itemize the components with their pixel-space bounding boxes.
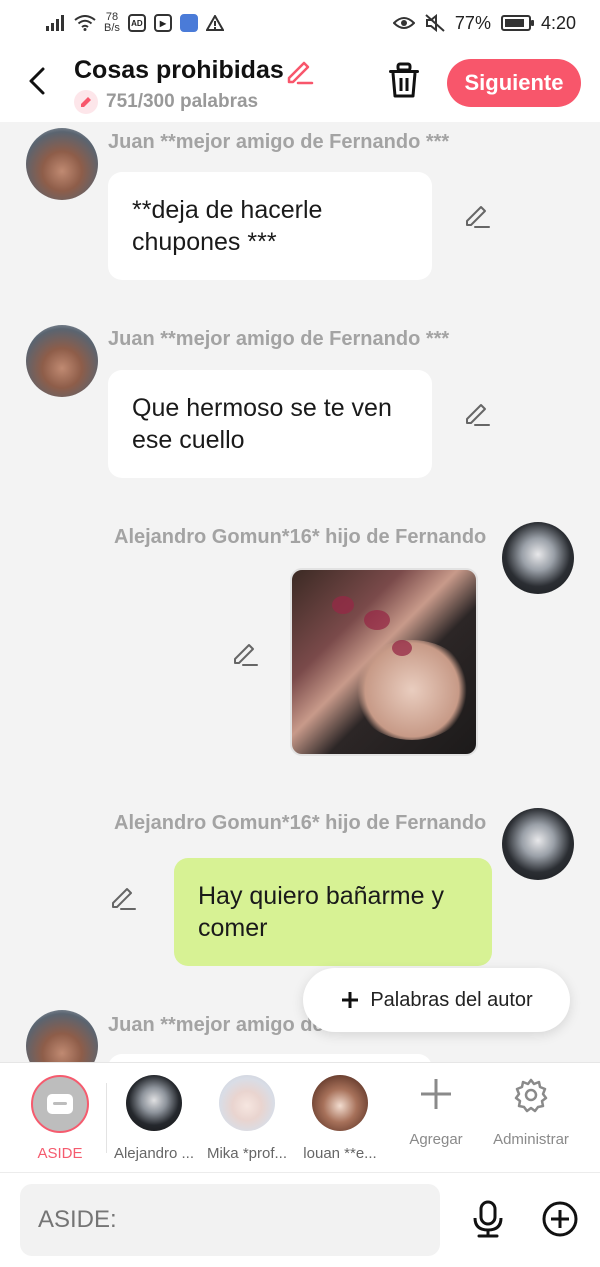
add-circle-icon[interactable]	[540, 1199, 580, 1239]
manage-button[interactable]: Administrar	[483, 1077, 579, 1148]
plus-icon	[342, 992, 359, 1008]
message-bubble[interactable]: **deja de hacerle chupones ***	[108, 172, 432, 280]
microphone-icon[interactable]	[468, 1199, 508, 1239]
avatar-juan[interactable]	[26, 325, 98, 397]
pencil-icon	[74, 90, 98, 114]
photo-content	[352, 640, 472, 740]
status-bar: 78 B/s AD ▶ 77% 4:20	[0, 0, 600, 46]
ad-app-icon: AD	[127, 14, 146, 32]
sender-name: Alejandro Gomun*16* hijo de Fernando	[114, 526, 487, 548]
add-label: Agregar	[409, 1131, 463, 1148]
avatar-alejandro[interactable]	[502, 522, 574, 594]
author-words-label: Palabras del autor	[370, 988, 533, 1011]
header: Cosas prohibidas 751/300 palabras Siguie…	[0, 46, 600, 122]
net-speed: 78 B/s	[104, 11, 120, 34]
character-alejandro[interactable]: Alejandro ...	[108, 1075, 200, 1162]
avatar-juan[interactable]	[26, 1010, 98, 1062]
message-input[interactable]	[20, 1184, 440, 1256]
edit-message-icon[interactable]	[108, 882, 138, 912]
character-label: ASIDE	[37, 1145, 83, 1162]
plus-icon	[421, 1079, 451, 1109]
battery-percent: 77%	[454, 12, 491, 33]
avatar-louan	[312, 1075, 368, 1131]
character-label: Alejandro ...	[113, 1145, 195, 1162]
message-bubble[interactable]: Que hermoso se te ven ese cuello	[108, 370, 432, 478]
shield-app-icon	[179, 14, 198, 32]
avatar-alejandro	[126, 1075, 182, 1131]
photo-mark	[364, 610, 390, 630]
photo-mark	[392, 640, 412, 656]
character-label: Mika *prof...	[206, 1145, 288, 1162]
author-words-button[interactable]: Palabras del autor	[303, 968, 570, 1032]
edit-message-icon[interactable]	[230, 638, 260, 668]
character-louan[interactable]: louan **e...	[294, 1075, 386, 1162]
play-app-icon: ▶	[153, 14, 172, 32]
story-title: Cosas prohibidas	[74, 56, 284, 84]
input-bar	[0, 1172, 600, 1267]
character-label: louan **e...	[303, 1145, 377, 1162]
wifi-icon	[74, 15, 96, 31]
sender-name: Juan **mejor amigo de Fernando ***	[108, 328, 450, 350]
eye-icon	[392, 17, 415, 29]
signal-icon	[46, 15, 64, 31]
mute-icon	[425, 14, 445, 32]
word-count: 751/300 palabras	[74, 90, 258, 114]
character-bar: ASIDE Alejandro ... Mika *prof... louan …	[0, 1062, 600, 1172]
chevron-left-icon	[29, 67, 45, 95]
message-bubble[interactable]	[108, 1054, 432, 1062]
photo-mark	[332, 596, 354, 614]
word-count-label: 751/300 palabras	[106, 91, 259, 112]
edit-title-icon[interactable]	[284, 56, 314, 86]
avatar-mika	[219, 1075, 275, 1131]
character-aside[interactable]: ASIDE	[14, 1075, 106, 1162]
divider	[106, 1083, 107, 1153]
warning-icon	[205, 15, 224, 31]
avatar-alejandro[interactable]	[502, 808, 574, 880]
edit-message-icon[interactable]	[462, 200, 492, 230]
aside-chat-icon	[31, 1075, 89, 1133]
sender-name: Alejandro Gomun*16* hijo de Fernando	[114, 812, 487, 834]
avatar-juan[interactable]	[26, 128, 98, 200]
add-character-button[interactable]: Agregar	[388, 1077, 484, 1148]
edit-message-icon[interactable]	[462, 398, 492, 428]
gear-icon	[514, 1078, 548, 1113]
chat-area[interactable]: Juan **mejor amigo de Fernando *** **dej…	[0, 122, 600, 1062]
character-mika[interactable]: Mika *prof...	[201, 1075, 293, 1162]
manage-label: Administrar	[493, 1131, 569, 1148]
trash-icon[interactable]	[386, 62, 422, 100]
sender-name: Juan **mejor amigo de Fernando ***	[108, 131, 450, 153]
back-button[interactable]	[20, 64, 54, 98]
message-bubble[interactable]: Hay quiero bañarme y comer	[174, 858, 492, 966]
clock: 4:20	[540, 12, 576, 33]
battery-icon	[500, 15, 534, 31]
message-photo[interactable]	[290, 568, 478, 756]
next-button[interactable]: Siguiente	[447, 59, 581, 107]
